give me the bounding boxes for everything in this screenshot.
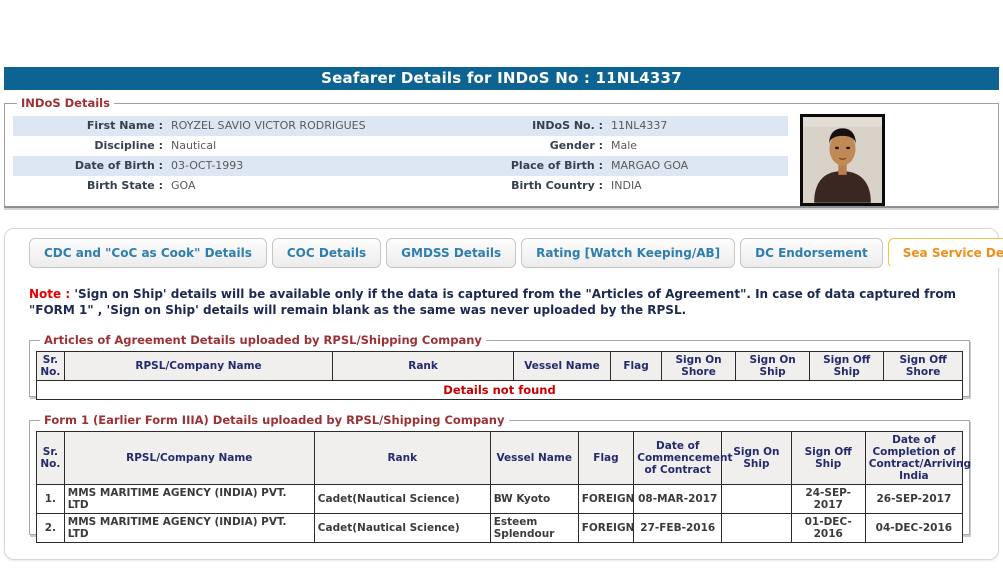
col-rank: Rank [313, 431, 491, 485]
indos-details-section: INDoS Details First Name : ROYZEL SAVIO … [4, 96, 999, 208]
page-title: Seafarer Details for INDoS No : 11NL4337 [4, 67, 999, 90]
col-sign-off-ship: Sign Off Ship [809, 351, 885, 381]
cell-sr-no: 2. [36, 513, 65, 543]
indos-no-label: INDoS No. : [532, 119, 603, 132]
cell-sign-off-ship: 24-SEP-2017 [790, 484, 866, 514]
indos-row-3: Date of Birth : 03-OCT-1993 Place of Bir… [13, 156, 788, 176]
col-flag: Flag [577, 431, 635, 485]
col-sign-off-ship: Sign Off Ship [790, 431, 866, 485]
note-text: Note : 'Sign on Ship' details will be av… [29, 286, 976, 318]
seafarer-photo [800, 114, 885, 206]
gender-label: Gender : [549, 139, 603, 152]
form1-header-row: Sr. No. RPSL/Company Name Rank Vessel Na… [36, 431, 971, 485]
indos-details-grid: First Name : ROYZEL SAVIO VICTOR RODRIGU… [13, 116, 788, 196]
col-date-of-commencement: Date of Commencement of Contract [633, 431, 733, 485]
first-name-label: First Name : [86, 119, 163, 132]
indos-row-2: Discipline : Nautical Gender : Male [13, 136, 788, 156]
cell-completion: 04-DEC-2016 [864, 513, 964, 543]
cell-flag: FOREIGN [577, 484, 634, 514]
note-body: 'Sign on Ship' details will be available… [29, 287, 957, 317]
discipline-value: Nautical [171, 139, 217, 152]
articles-empty-row: Details not found [36, 380, 963, 400]
indos-details-legend: INDoS Details [21, 96, 110, 110]
form1-row-2: 2. MMS MARITIME AGENCY (INDIA) PVT. LTD … [36, 513, 964, 543]
articles-legend: Articles of Agreement Details uploaded b… [44, 333, 482, 347]
cell-rank: Cadet(Nautical Science) [313, 513, 491, 543]
seafarer-details-page: Seafarer Details for INDoS No : 11NL4337… [0, 0, 1003, 571]
col-vessel-name: Vessel Name [489, 431, 579, 485]
form1-row-1: 1. MMS MARITIME AGENCY (INDIA) PVT. LTD … [36, 484, 964, 514]
cell-commencement: 27-FEB-2016 [633, 513, 723, 543]
cell-flag: FOREIGN [577, 513, 634, 543]
date-of-birth-label: Date of Birth : [74, 159, 163, 172]
articles-header-row: Sr. No. RPSL/Company Name Rank Vessel Na… [36, 351, 963, 381]
tab-rating-watch-keeping-ab[interactable]: Rating [Watch Keeping/AB] [521, 238, 736, 268]
cell-completion: 26-SEP-2017 [864, 484, 964, 514]
cell-sign-on-ship [721, 513, 792, 543]
place-of-birth-label: Place of Birth : [510, 159, 603, 172]
col-sign-off-shore: Sign Off Shore [883, 351, 963, 381]
articles-table: Sr. No. RPSL/Company Name Rank Vessel Na… [36, 351, 963, 400]
form1-section: Form 1 (Earlier Form IIIA) Details uploa… [29, 413, 971, 543]
col-vessel-name: Vessel Name [512, 351, 612, 381]
col-sign-on-ship: Sign On Ship [735, 351, 811, 381]
tab-gmdss-details[interactable]: GMDSS Details [386, 238, 517, 268]
details-not-found-message: Details not found [36, 380, 963, 400]
col-sign-on-shore: Sign On Shore [661, 351, 737, 381]
col-sr-no: Sr. No. [36, 431, 65, 485]
cell-company: MMS MARITIME AGENCY (INDIA) PVT. LTD [63, 484, 315, 514]
first-name-value: ROYZEL SAVIO VICTOR RODRIGUES [171, 119, 366, 132]
birth-state-label: Birth State : [86, 179, 163, 192]
col-sr-no: Sr. No. [36, 351, 65, 381]
date-of-birth-value: 03-OCT-1993 [171, 159, 244, 172]
col-rank: Rank [332, 351, 514, 381]
cell-vessel: BW Kyoto [489, 484, 579, 514]
articles-of-agreement-section: Articles of Agreement Details uploaded b… [29, 333, 970, 400]
col-rpsl-company-name: RPSL/Company Name [63, 431, 315, 485]
birth-country-value: INDIA [611, 179, 642, 192]
cell-sign-on-ship [721, 484, 792, 514]
tab-dc-endorsement[interactable]: DC Endorsement [740, 238, 883, 268]
cell-sr-no: 1. [36, 484, 65, 514]
tab-cdc-and-coc-as-cook-details[interactable]: CDC and "CoC as Cook" Details [29, 238, 267, 268]
cell-sign-off-ship: 01-DEC-2016 [790, 513, 866, 543]
indos-row-4: Birth State : GOA Birth Country : INDIA [13, 176, 788, 196]
cell-company: MMS MARITIME AGENCY (INDIA) PVT. LTD [63, 513, 315, 543]
form1-legend: Form 1 (Earlier Form IIIA) Details uploa… [44, 413, 505, 427]
tab-bar: CDC and "CoC as Cook" Details COC Detail… [29, 238, 1003, 268]
cell-vessel: Esteem Splendour [489, 513, 579, 543]
place-of-birth-value: MARGAO GOA [611, 159, 689, 172]
tab-sea-service-details[interactable]: Sea Service Details [887, 238, 1003, 268]
tab-coc-details[interactable]: COC Details [271, 238, 382, 268]
indos-row-1: First Name : ROYZEL SAVIO VICTOR RODRIGU… [13, 116, 788, 136]
col-rpsl-company-name: RPSL/Company Name [63, 351, 334, 381]
indos-no-value: 11NL4337 [611, 119, 668, 132]
gender-value: Male [611, 139, 638, 152]
cell-rank: Cadet(Nautical Science) [313, 484, 491, 514]
sea-service-tab-panel: CDC and "CoC as Cook" Details COC Detail… [4, 228, 1003, 560]
col-date-of-completion: Date of Completion of Contract/Arriving … [864, 431, 971, 485]
cell-commencement: 08-MAR-2017 [633, 484, 723, 514]
birth-state-value: GOA [171, 179, 196, 192]
note-prefix: Note : [29, 287, 71, 301]
col-flag: Flag [610, 351, 663, 381]
birth-country-label: Birth Country : [511, 179, 603, 192]
discipline-label: Discipline : [94, 139, 163, 152]
form1-table: Sr. No. RPSL/Company Name Rank Vessel Na… [36, 431, 971, 543]
